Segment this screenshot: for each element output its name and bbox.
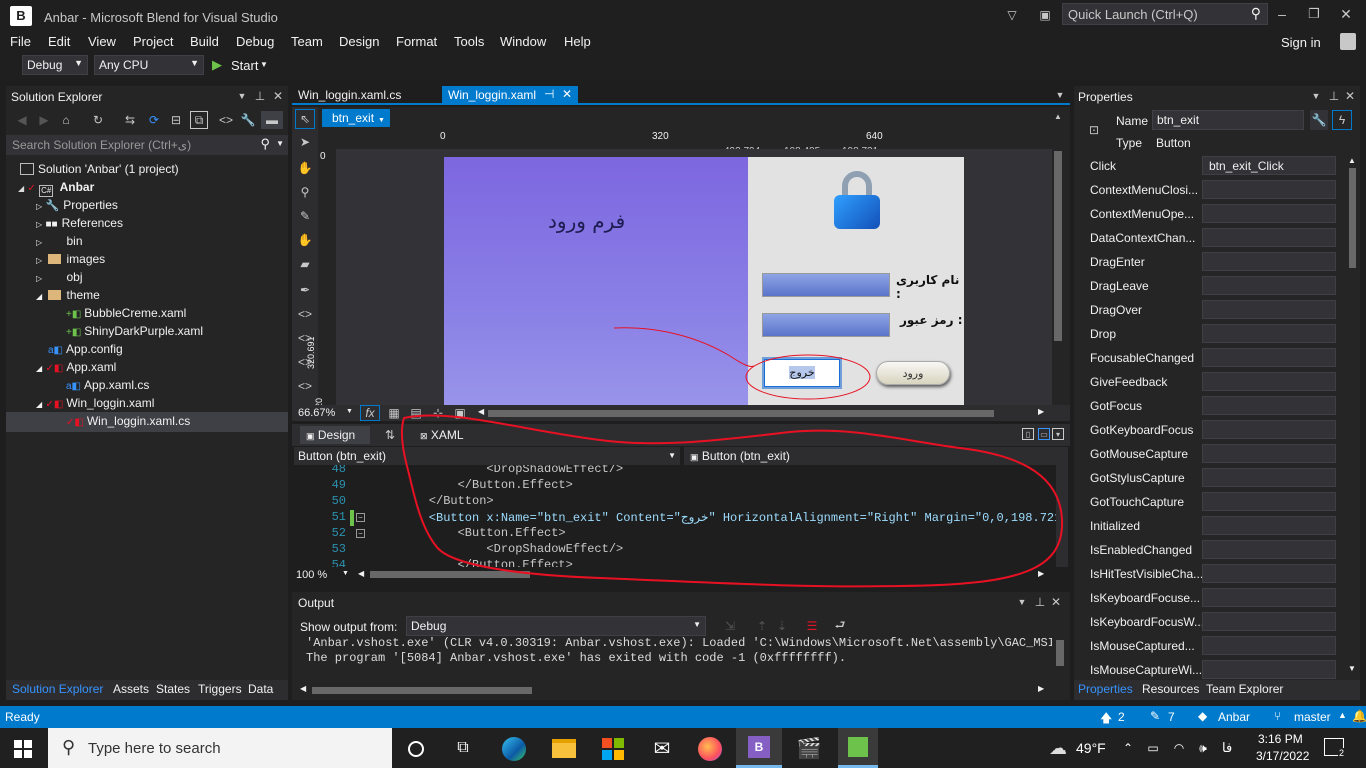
annotation-arrow-stroke	[613, 327, 755, 367]
annotation-ellipse	[745, 354, 871, 400]
annotation-scribble-loop	[400, 414, 1064, 588]
annotation-overlay	[400, 327, 1064, 588]
